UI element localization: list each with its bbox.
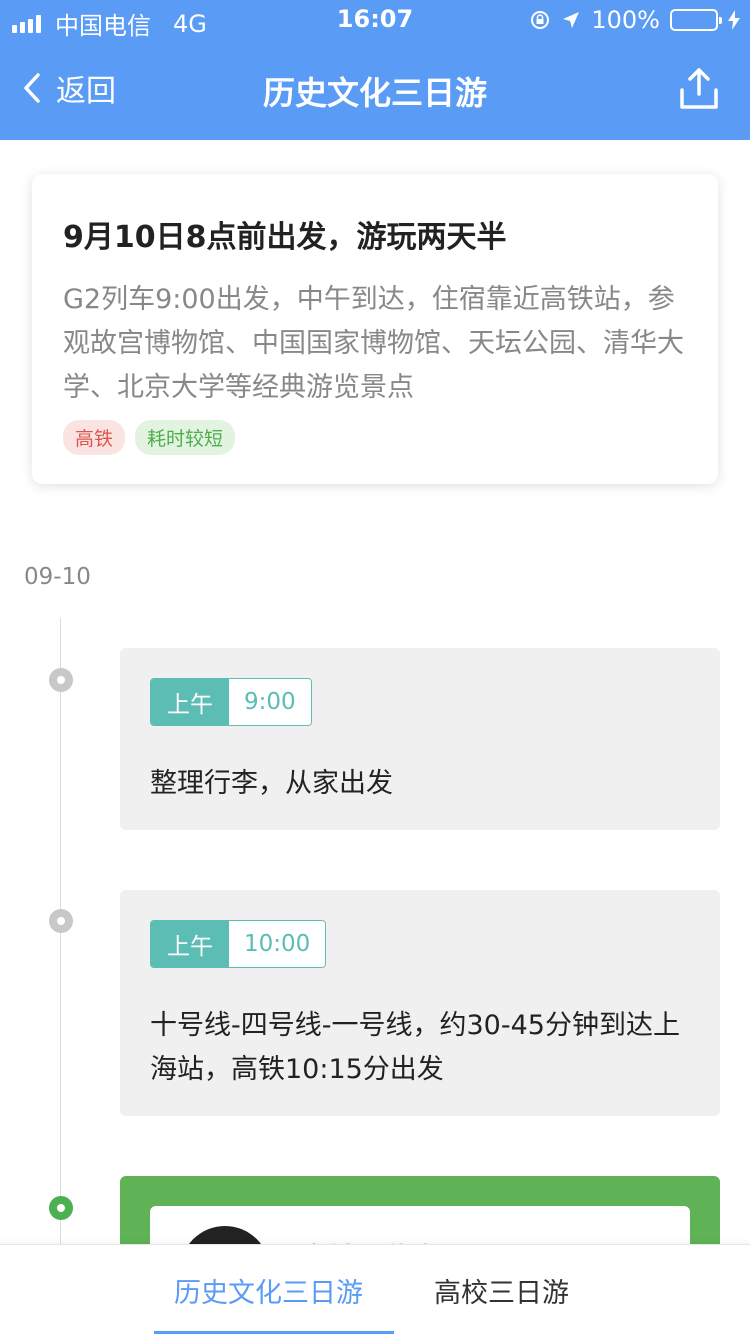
nav-bar: 返回 历史文化三日游 [0, 40, 750, 140]
time-label: 9:00 [229, 679, 311, 725]
status-bar: 中国电信 4G 16:07 100% [0, 0, 750, 40]
page-title: 历史文化三日游 [262, 74, 487, 112]
location-arrow-icon [563, 12, 580, 28]
page: 中国电信 4G 16:07 100% 返回 历史文化三日游 9月10日8点前出发… [0, 0, 750, 1334]
tag-short-duration: 耗时较短 [135, 420, 236, 455]
timeline-event[interactable]: 上午 9:00 整理行李，从家出发 [120, 648, 720, 830]
time-badge: 上午 10:00 [150, 920, 327, 968]
rotation-lock-icon [531, 11, 550, 29]
timeline-line [60, 618, 61, 1268]
period-label: 上午 [151, 921, 229, 967]
timeline-dot [49, 909, 73, 933]
tab-university[interactable]: 高校三日游 [434, 1271, 569, 1310]
share-icon[interactable] [678, 66, 720, 112]
summary-description: G2列车9:00出发，中午到达，住宿靠近高铁站，参观故宫博物馆、中国国家博物馆、… [63, 284, 684, 403]
time-badge: 上午 9:00 [150, 678, 312, 726]
period-label: 上午 [151, 679, 229, 725]
time-label: 10:00 [229, 921, 326, 967]
trip-summary-card: 9月10日8点前出发，游玩两天半 G2列车9:00出发，中午到达，住宿靠近高铁站… [32, 174, 718, 484]
tab-history-culture[interactable]: 历史文化三日游 [174, 1271, 363, 1310]
timeline-dot [49, 668, 73, 692]
timeline-event[interactable]: 上午 10:00 十号线-四号线-一号线，约30-45分钟到达上海站，高铁10:… [120, 890, 720, 1116]
bottom-tab-bar: 历史文化三日游 高校三日游 [0, 1244, 750, 1334]
date-label: 09-10 [24, 564, 91, 590]
battery-percent: 100% [591, 6, 660, 34]
charging-bolt-icon [728, 10, 740, 30]
timeline-dot-active [49, 1196, 73, 1220]
tag-list: 高铁 耗时较短 [63, 420, 688, 455]
event-description: 整理行李，从家出发 [150, 768, 393, 799]
status-right: 100% [529, 6, 740, 34]
tag-high-speed-rail: 高铁 [63, 420, 126, 455]
battery-icon [670, 9, 722, 31]
event-description: 十号线-四号线-一号线，约30-45分钟到达上海站，高铁10:15分出发 [150, 1010, 680, 1085]
summary-title: 9月10日8点前出发，游玩两天半 [63, 220, 507, 255]
